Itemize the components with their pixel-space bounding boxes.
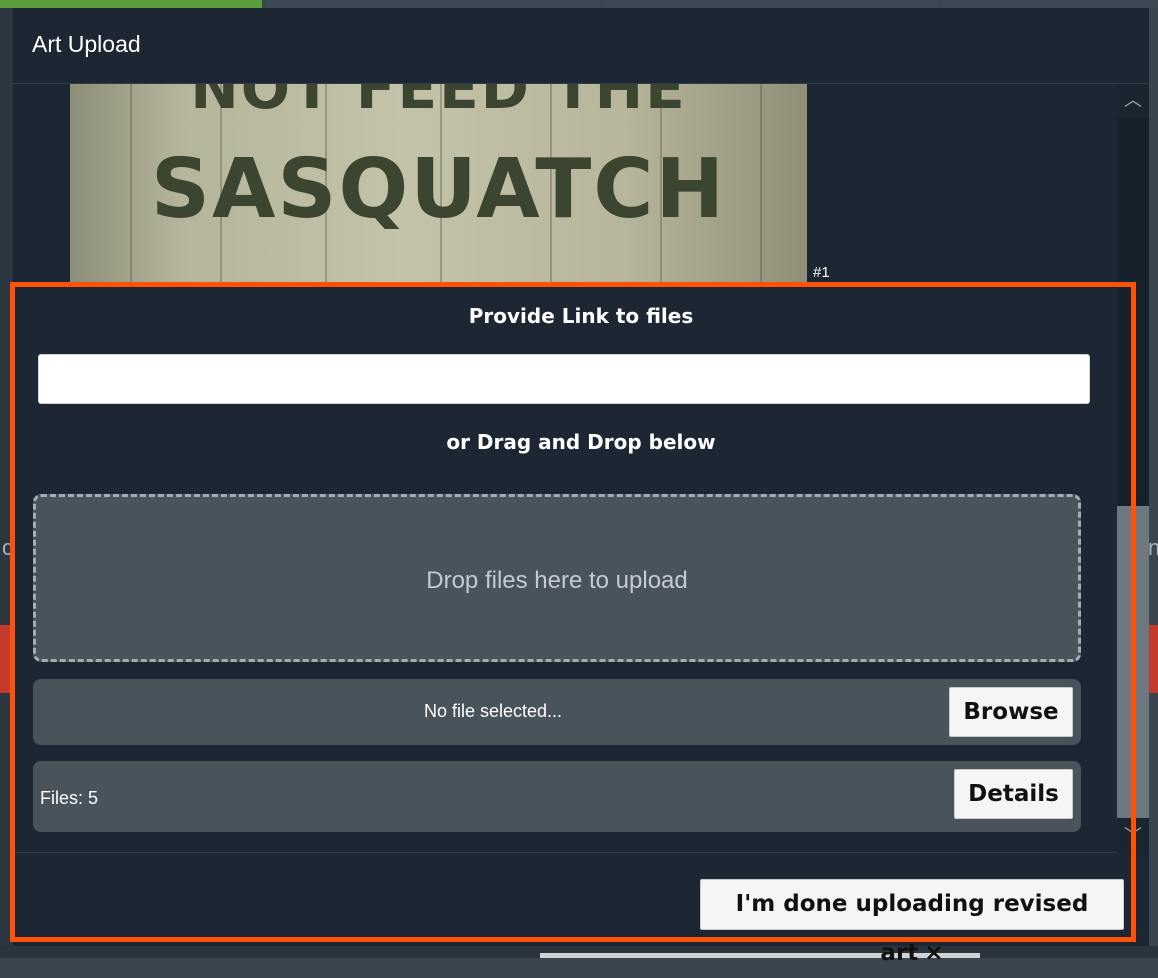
highlight-annotation-box bbox=[10, 282, 1136, 942]
modal-title: Art Upload bbox=[32, 31, 141, 57]
scroll-up-icon[interactable]: ︿ bbox=[1117, 86, 1149, 116]
background-tab-strip bbox=[266, 0, 600, 8]
modal-header: Art Upload bbox=[13, 8, 1149, 84]
background-tab-strip bbox=[0, 0, 262, 8]
art-image-text: NOT FEED THE bbox=[190, 84, 687, 122]
art-item-number: #1 bbox=[813, 264, 830, 281]
art-preview-image: NOT FEED THE SASQUATCH bbox=[70, 84, 807, 284]
background-tab-strip bbox=[604, 0, 938, 8]
background-text-fragment: n bbox=[1148, 535, 1158, 560]
background-tab-strip bbox=[942, 0, 1158, 8]
close-icon: × bbox=[924, 940, 944, 966]
art-image-text: SASQUATCH bbox=[150, 142, 727, 237]
